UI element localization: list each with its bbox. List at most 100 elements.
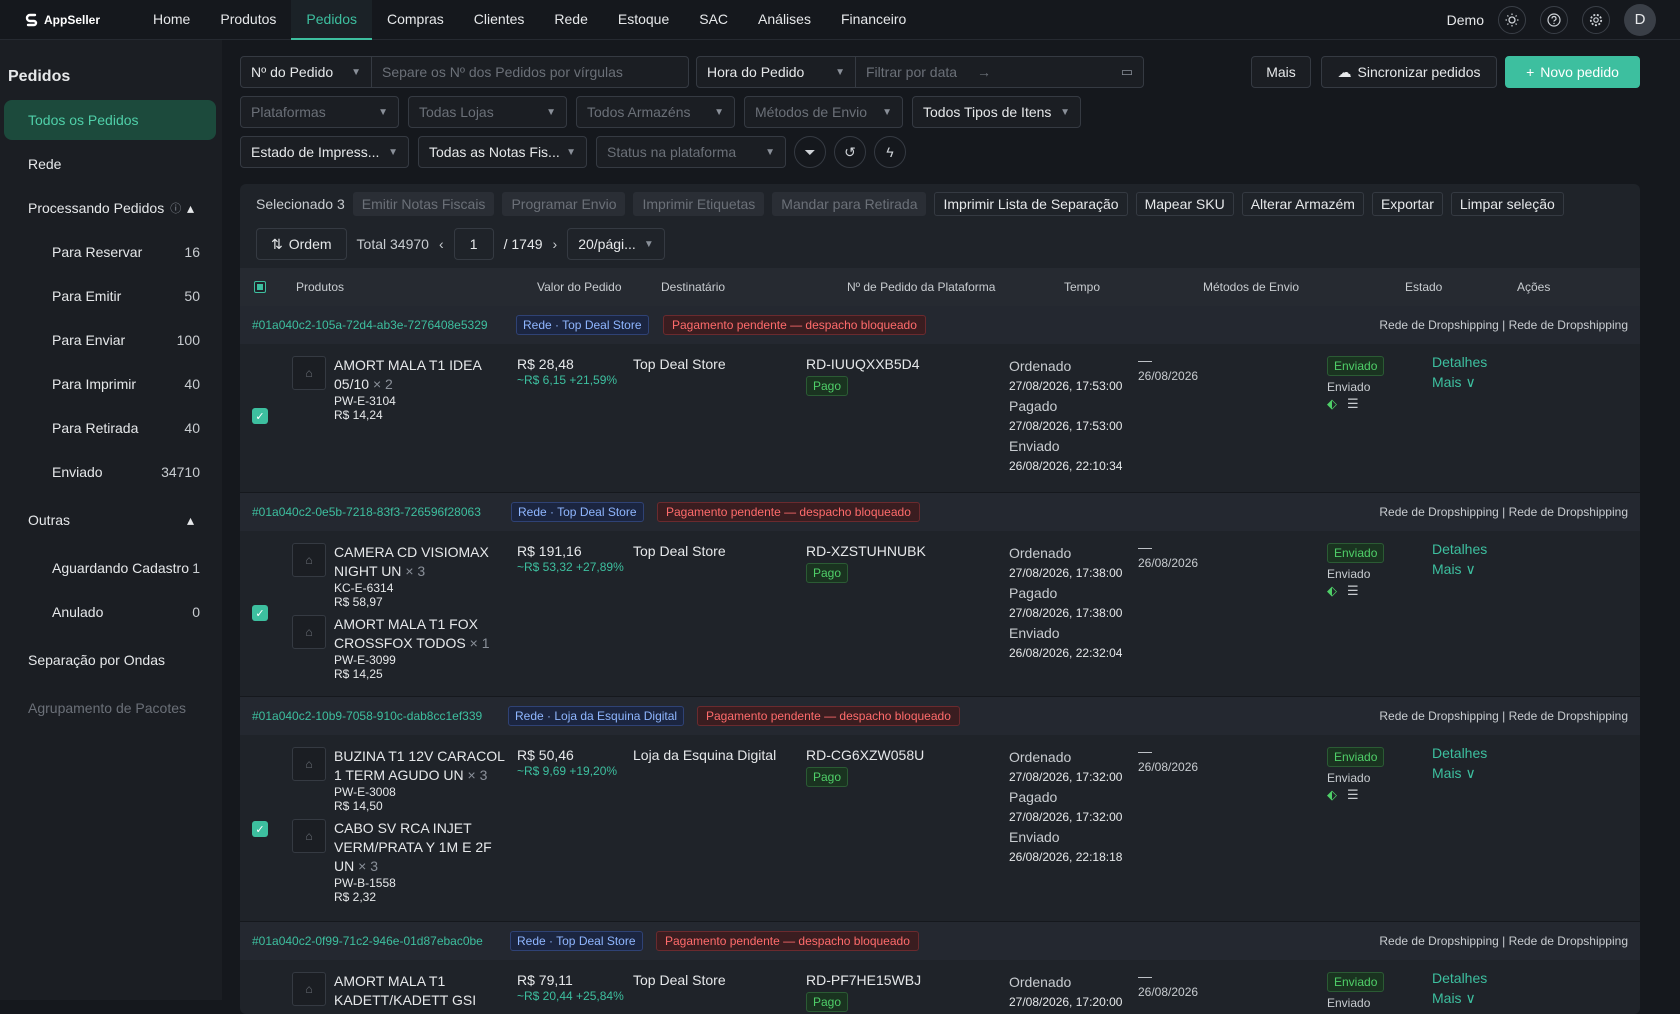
order-no-field-select[interactable]: Nº do Pedido ▼ bbox=[240, 56, 372, 88]
nav-rede[interactable]: Rede bbox=[539, 0, 602, 40]
sidebar-item-enviado[interactable]: Enviado 34710 bbox=[4, 452, 216, 492]
user-name[interactable]: Demo bbox=[1447, 12, 1484, 28]
sidebar-item-para-emitir[interactable]: Para Emitir 50 bbox=[4, 276, 216, 316]
product-name[interactable]: AMORT MALA T1 IDEA 05/10 bbox=[334, 357, 481, 392]
select-all-checkbox[interactable] bbox=[254, 281, 266, 293]
network-label: Rede de Dropshipping | Rede de Dropshipp… bbox=[1379, 318, 1628, 332]
time-value: 27/08/2026, 17:38:00 bbox=[1009, 606, 1123, 620]
sidebar-item-para-imprimir[interactable]: Para Imprimir 40 bbox=[4, 364, 216, 404]
product-name[interactable]: AMORT MALA T1 KADETT/KADETT GSI 89/98 bbox=[334, 973, 476, 1014]
invoices-select[interactable]: Todas as Notas Fis... ▼ bbox=[418, 136, 587, 168]
nav-home[interactable]: Home bbox=[138, 0, 205, 40]
time-value: 26/08/2026, 22:10:34 bbox=[1009, 459, 1123, 473]
sidebar-group-outras[interactable]: Outras ▴ bbox=[4, 500, 216, 540]
bulk-print-picklist-button[interactable]: Imprimir Lista de Separação bbox=[934, 192, 1128, 216]
order-no-input[interactable]: Separe os Nº dos Pedidos por vírgulas bbox=[371, 56, 689, 88]
details-link[interactable]: Detalhes bbox=[1432, 539, 1487, 559]
tag-icon[interactable]: ⬖ bbox=[1327, 396, 1337, 412]
nav-analises[interactable]: Análises bbox=[743, 0, 826, 40]
nav-sac[interactable]: SAC bbox=[684, 0, 743, 40]
bulk-schedule-shipping-button: Programar Envio bbox=[502, 192, 626, 216]
help-icon[interactable] bbox=[1540, 5, 1568, 34]
platforms-select[interactable]: Plataformas ▼ bbox=[240, 96, 399, 128]
print-state-select[interactable]: Estado de Impress... ▼ bbox=[240, 136, 409, 168]
brand-logo[interactable]: AppSeller bbox=[24, 12, 138, 28]
nav-pedidos[interactable]: Pedidos bbox=[291, 0, 372, 40]
sync-orders-button[interactable]: ☁ Sincronizar pedidos bbox=[1321, 56, 1497, 88]
order-id-link[interactable]: #01a040c2-105a-72d4-ab3e-7276408e5329 bbox=[252, 318, 488, 332]
bulk-clear-selection-button[interactable]: Limpar seleção bbox=[1450, 192, 1564, 216]
col-estado: Estado bbox=[1405, 280, 1443, 294]
more-button[interactable]: Mais bbox=[1251, 56, 1311, 88]
order-body: ✓ ⌂ CAMERA CD VISIOMAX NIGHT UN × 3 KC-E-… bbox=[240, 531, 1640, 697]
details-link[interactable]: Detalhes bbox=[1432, 968, 1487, 988]
item-types-select[interactable]: Todos Tipos de Itens ▼ bbox=[912, 96, 1081, 128]
settings-gear-icon[interactable] bbox=[1582, 5, 1610, 34]
nav-clientes[interactable]: Clientes bbox=[459, 0, 540, 40]
date-range-input[interactable]: Filtrar por data → ▭ bbox=[855, 56, 1144, 88]
more-actions-dropdown[interactable]: Mais ∨ bbox=[1432, 559, 1487, 579]
sidebar-item-anulado[interactable]: Anulado 0 bbox=[4, 592, 216, 632]
sidebar-item-para-enviar[interactable]: Para Enviar 100 bbox=[4, 320, 216, 360]
time-value: 26/08/2026, 22:18:18 bbox=[1009, 850, 1123, 864]
time-label: Pagado bbox=[1009, 789, 1058, 805]
sync-label: Sincronizar pedidos bbox=[1357, 64, 1481, 80]
details-link[interactable]: Detalhes bbox=[1432, 743, 1487, 763]
more-actions-dropdown[interactable]: Mais ∨ bbox=[1432, 372, 1487, 392]
platform-status-select[interactable]: Status na plataforma ▼ bbox=[596, 136, 786, 168]
theme-toggle-sun-icon[interactable] bbox=[1498, 5, 1526, 34]
sidebar-group-processando[interactable]: Processando Pedidos ⓘ ▴ bbox=[4, 188, 216, 228]
product-name[interactable]: AMORT MALA T1 FOX CROSSFOX TODOS bbox=[334, 616, 478, 651]
tag-icon[interactable]: ⬖ bbox=[1327, 583, 1337, 599]
sidebar-item-separacao-ondas[interactable]: Separação por Ondas bbox=[4, 640, 216, 680]
shipping-methods-select[interactable]: Métodos de Envio ▼ bbox=[744, 96, 903, 128]
details-link[interactable]: Detalhes bbox=[1432, 352, 1487, 372]
bulk-export-button[interactable]: Exportar bbox=[1371, 192, 1443, 216]
order-no-field-label: Nº do Pedido bbox=[251, 64, 334, 80]
nav-estoque[interactable]: Estoque bbox=[603, 0, 684, 40]
time-field-select[interactable]: Hora do Pedido ▼ bbox=[696, 56, 856, 88]
col-plataforma: Nº de Pedido da Plataforma bbox=[847, 280, 996, 294]
more-actions-dropdown[interactable]: Mais ∨ bbox=[1432, 763, 1487, 783]
nav-financeiro[interactable]: Financeiro bbox=[826, 0, 921, 40]
sidebar-item-rede[interactable]: Rede bbox=[4, 144, 216, 184]
page-input[interactable]: 1 bbox=[453, 228, 494, 260]
sidebar-item-count: 40 bbox=[184, 420, 200, 436]
user-avatar[interactable]: D bbox=[1624, 3, 1656, 36]
sort-order-button[interactable]: ⇅ Ordem bbox=[256, 228, 347, 260]
tag-icon[interactable]: ⬖ bbox=[1327, 787, 1337, 803]
time-field-label: Hora do Pedido bbox=[707, 64, 805, 80]
new-order-button[interactable]: + Novo pedido bbox=[1505, 56, 1640, 88]
order-id-link[interactable]: #01a040c2-0f99-71c2-946e-01d87ebac0be bbox=[252, 934, 483, 948]
nav-compras[interactable]: Compras bbox=[372, 0, 459, 40]
warehouses-select[interactable]: Todos Armazéns ▼ bbox=[576, 96, 735, 128]
order-checkbox[interactable]: ✓ bbox=[252, 605, 268, 621]
order-checkbox[interactable]: ✓ bbox=[252, 821, 268, 837]
order-body: ✓ ⌂ BUZINA T1 12V CARACOL 1 TERM AGUDO U… bbox=[240, 735, 1640, 922]
order-id-link[interactable]: #01a040c2-10b9-7058-910c-dab8cc1ef339 bbox=[252, 709, 482, 723]
reset-refresh-icon[interactable]: ↺ bbox=[834, 136, 866, 168]
sidebar-item-count: 34710 bbox=[161, 464, 200, 480]
sidebar-item-todos[interactable]: Todos os Pedidos bbox=[4, 100, 216, 140]
bulk-map-sku-button[interactable]: Mapear SKU bbox=[1135, 192, 1234, 216]
sidebar-item-para-reservar[interactable]: Para Reservar 16 bbox=[4, 232, 216, 272]
quick-action-bolt-icon[interactable]: ϟ bbox=[874, 136, 906, 168]
stores-select[interactable]: Todas Lojas ▼ bbox=[408, 96, 567, 128]
list-icon[interactable]: ☰ bbox=[1347, 787, 1359, 803]
nav-produtos[interactable]: Produtos bbox=[205, 0, 291, 40]
filter-funnel-icon[interactable]: ⏷ bbox=[794, 136, 826, 168]
prev-page-chevron-icon[interactable]: ‹ bbox=[439, 236, 444, 252]
bulk-change-warehouse-button[interactable]: Alterar Armazém bbox=[1241, 192, 1364, 216]
page-size-select[interactable]: 20/pági... ▼ bbox=[567, 228, 665, 260]
order-body: ✓ ⌂ AMORT MALA T1 IDEA 05/10 × 2 PW-E-310… bbox=[240, 344, 1640, 493]
sidebar-item-para-retirada[interactable]: Para Retirada 40 bbox=[4, 408, 216, 448]
sidebar-item-aguardando-cadastro[interactable]: Aguardando Cadastro 1 bbox=[4, 548, 216, 588]
order-checkbox[interactable]: ✓ bbox=[252, 408, 268, 424]
order-id-link[interactable]: #01a040c2-0e5b-7218-83f3-726596f28063 bbox=[252, 505, 481, 519]
product-qty: × 1 bbox=[469, 635, 490, 651]
chevron-down-icon: ▼ bbox=[643, 238, 654, 250]
next-page-chevron-icon[interactable]: › bbox=[553, 236, 558, 252]
list-icon[interactable]: ☰ bbox=[1347, 583, 1359, 599]
list-icon[interactable]: ☰ bbox=[1347, 396, 1359, 412]
more-actions-dropdown[interactable]: Mais ∨ bbox=[1432, 988, 1487, 1008]
